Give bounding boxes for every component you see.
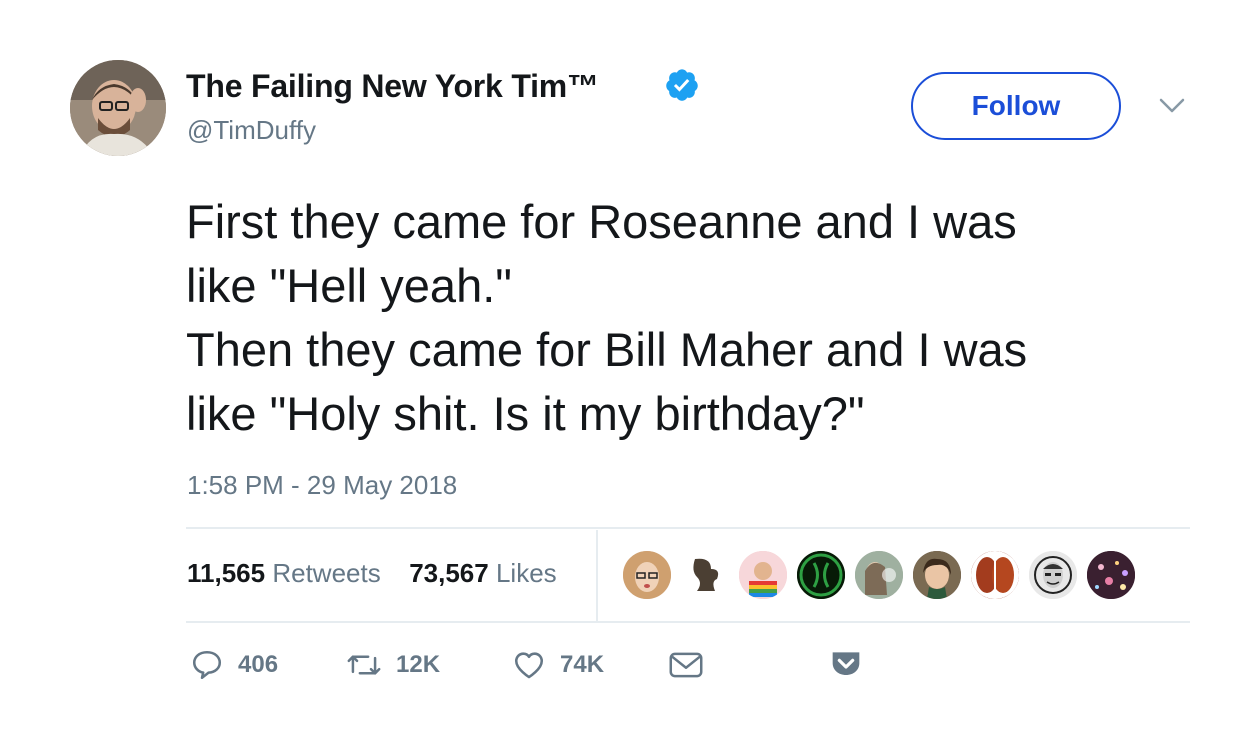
like-count: 74K bbox=[560, 651, 605, 678]
liker-avatar[interactable] bbox=[1086, 550, 1136, 600]
follow-button[interactable]: Follow bbox=[911, 72, 1121, 140]
reply-count: 406 bbox=[238, 651, 279, 678]
pocket-icon bbox=[832, 652, 860, 675]
avatar-photo bbox=[70, 60, 166, 156]
liker-avatar[interactable] bbox=[680, 550, 730, 600]
liker-avatar[interactable] bbox=[854, 550, 904, 600]
retweets-count: 11,565 bbox=[187, 558, 266, 588]
retweets-label: Retweets bbox=[272, 558, 381, 588]
tweet-timestamp[interactable]: 1:58 PM - 29 May 2018 bbox=[187, 470, 457, 501]
verified-badge-icon bbox=[666, 69, 698, 101]
liker-avatar[interactable] bbox=[970, 550, 1020, 600]
tweet-stats: 11,565 Retweets 73,567 Likes bbox=[187, 558, 557, 589]
divider-top bbox=[186, 527, 1190, 529]
likes-count: 73,567 bbox=[409, 558, 489, 588]
retweet-count: 12K bbox=[396, 651, 441, 678]
reply-button[interactable]: 406 bbox=[190, 648, 278, 682]
retweet-button[interactable]: 12K bbox=[346, 648, 440, 682]
liker-avatar[interactable] bbox=[622, 550, 672, 600]
reply-icon bbox=[192, 650, 222, 680]
liker-avatar[interactable] bbox=[1028, 550, 1078, 600]
liker-avatar[interactable] bbox=[912, 550, 962, 600]
tweet-text: First they came for Roseanne and I was l… bbox=[186, 195, 1028, 440]
likes-label: Likes bbox=[495, 558, 557, 588]
retweet-icon bbox=[347, 655, 381, 675]
stats-divider bbox=[596, 530, 598, 622]
liker-avatar[interactable] bbox=[738, 550, 788, 600]
chevron-down-icon[interactable] bbox=[1158, 96, 1186, 116]
avatar[interactable] bbox=[70, 60, 166, 156]
author-display-name[interactable]: The Failing New York Tim™ bbox=[186, 68, 599, 105]
envelope-icon bbox=[669, 652, 703, 678]
likes-stat[interactable]: 73,567 Likes bbox=[409, 558, 556, 588]
divider-bottom bbox=[186, 621, 1190, 623]
heart-icon bbox=[514, 652, 544, 679]
direct-message-button[interactable] bbox=[668, 648, 704, 682]
like-button[interactable]: 74K bbox=[512, 648, 604, 682]
liker-avatar[interactable] bbox=[796, 550, 846, 600]
retweets-stat[interactable]: 11,565 Retweets bbox=[187, 558, 388, 588]
pocket-button[interactable] bbox=[830, 648, 862, 678]
author-handle[interactable]: @TimDuffy bbox=[187, 115, 316, 146]
